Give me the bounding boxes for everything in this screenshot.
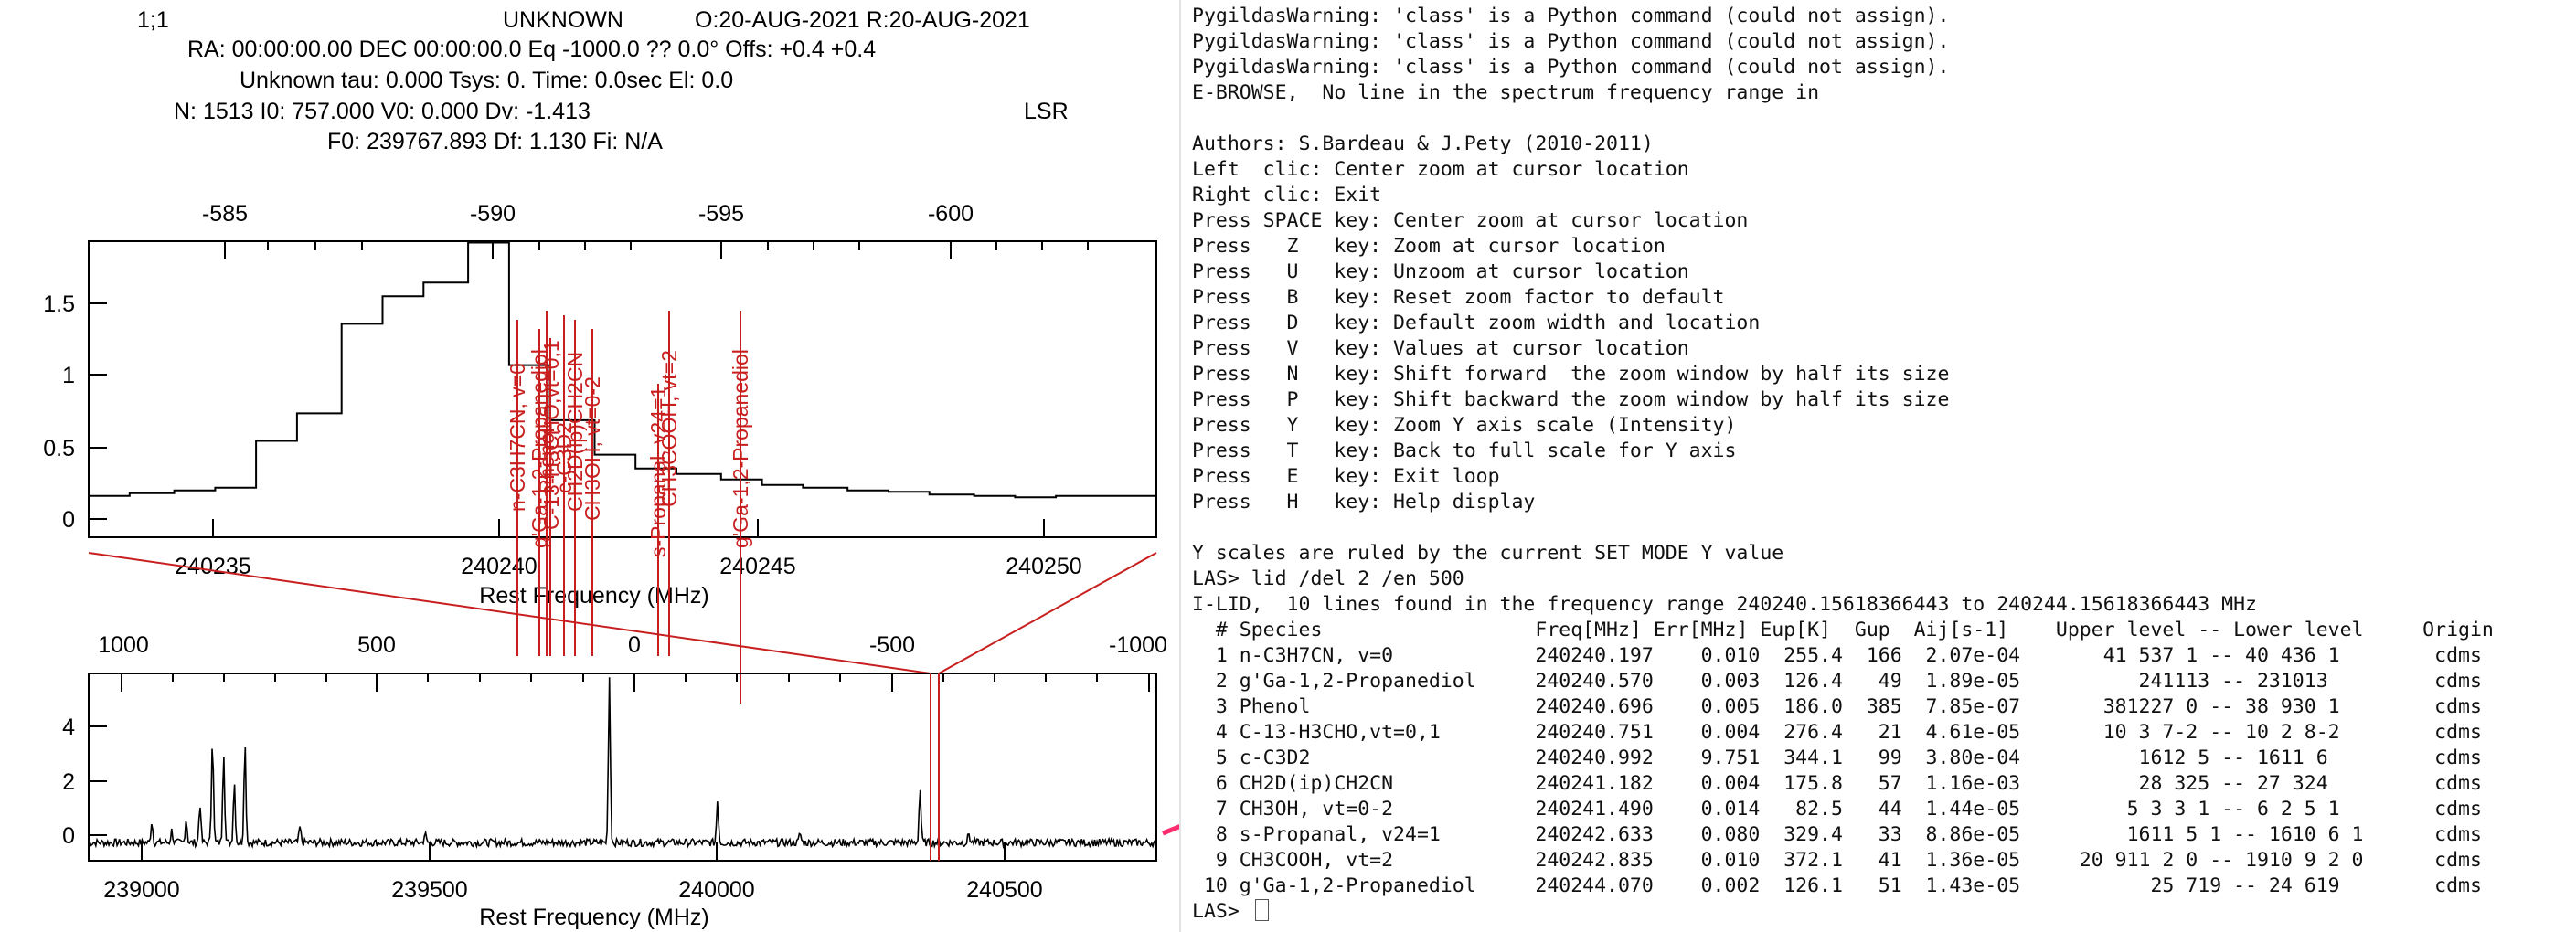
- terminal-line: Press T key: Back to full scale for Y ax…: [1192, 440, 1737, 462]
- zoom-top-ticks: [224, 241, 1089, 259]
- terminal-line: 1 n-C3H7CN, v=0 240240.197 0.010 255.4 1…: [1192, 644, 2482, 667]
- full-x-axis-title: Rest Frequency (MHz): [479, 905, 708, 930]
- zoom-y-tick-label: 1: [62, 363, 75, 388]
- full-plot-frame: [88, 673, 1157, 862]
- full-spectrum-trace: [88, 677, 1157, 850]
- terminal-line: Press SPACE key: Center zoom at cursor l…: [1192, 209, 1749, 232]
- zoom-top-tick-label: -585: [202, 201, 248, 227]
- full-x-tick-label: 239500: [391, 877, 467, 903]
- zoom-y-tick-label: 1.5: [43, 291, 75, 317]
- zoom-window-markers: [930, 673, 940, 861]
- full-y-axis-labels: 4 2 0: [62, 715, 75, 849]
- terminal-line: 8 s-Propanal, v24=1 240242.633 0.080 329…: [1192, 823, 2482, 846]
- full-x-tick-label: 240000: [678, 877, 754, 903]
- line-labels: n-C3H7CN, v=0 g'Ga-1,2-Propanediol Pheno…: [506, 340, 752, 557]
- line-label: n-C3H7CN, v=0: [506, 363, 529, 512]
- terminal-line: 3 Phenol 240240.696 0.005 186.0 385 7.85…: [1192, 695, 2482, 718]
- header-source: UNKNOWN: [503, 7, 623, 33]
- zoom-spectrum-trace: [89, 241, 1156, 499]
- header-tau-tsys: Unknown tau: 0.000 Tsys: 0. Time: 0.0sec…: [240, 68, 733, 93]
- terminal-line: Press P key: Shift backward the zoom win…: [1192, 388, 1950, 411]
- header-channels: N: 1513 I0: 757.000 V0: 0.000 Dv: -1.413: [174, 99, 591, 124]
- full-x-tick-label: 240500: [966, 877, 1042, 903]
- terminal-line: # Species Freq[MHz] Err[MHz] Eup[K] Gup …: [1192, 619, 2494, 641]
- terminal-line: 4 C-13-H3CHO,vt=0,1 240240.751 0.004 276…: [1192, 721, 2482, 744]
- zoom-top-tick-label: -600: [928, 201, 974, 227]
- terminal-line: E-BROWSE, No line in the spectrum freque…: [1192, 81, 1820, 104]
- header-scan-id: 1;1: [137, 7, 169, 33]
- full-y-tick-label: 0: [62, 823, 75, 849]
- line-label: g'Ga-1,2-Propanediol: [729, 349, 752, 548]
- terminal-line: Press H key: Help display: [1192, 491, 1536, 514]
- spectrum-plot-canvas[interactable]: 1;1 UNKNOWN O:20-AUG-2021 R:20-AUG-2021 …: [0, 0, 1179, 932]
- terminal-prompt-line[interactable]: LAS>: [1192, 899, 1269, 925]
- full-top-tick-label: -500: [869, 632, 915, 658]
- full-y-tick-label: 2: [62, 769, 75, 795]
- full-x-tick-label: 239000: [103, 877, 179, 903]
- terminal-line: 2 g'Ga-1,2-Propanediol 240240.570 0.003 …: [1192, 670, 2482, 693]
- terminal-line: Press V key: Values at cursor location: [1192, 337, 1689, 360]
- zoom-y-tick-label: 0: [62, 507, 75, 533]
- terminal-line: Press E key: Exit loop: [1192, 465, 1500, 488]
- zoom-x-tick-label: 240245: [719, 554, 795, 579]
- terminal-window[interactable]: PygildasWarning: 'class' is a Python com…: [1181, 0, 2576, 932]
- terminal-line: PygildasWarning: 'class' is a Python com…: [1192, 30, 1950, 53]
- full-top-ticks: [121, 673, 1150, 692]
- terminal-line: Press N key: Shift forward the zoom wind…: [1192, 363, 1950, 386]
- zoom-y-axis-labels: 1.5 1 0.5 0: [43, 291, 75, 533]
- full-top-tick-label: 500: [357, 632, 396, 658]
- zoom-top-tick-label: -590: [470, 201, 516, 227]
- full-y-ticks: [89, 725, 107, 836]
- terminal-prompt: LAS>: [1192, 900, 1251, 923]
- terminal-line: 7 CH3OH, vt=0-2 240241.490 0.014 82.5 44…: [1192, 798, 2482, 821]
- terminal-line: Left clic: Center zoom at cursor locatio…: [1192, 158, 1689, 181]
- zoom-x-tick-label: 240250: [1006, 554, 1081, 579]
- terminal-line: Press Z key: Zoom at cursor location: [1192, 235, 1666, 258]
- zoom-x-tick-label: 240240: [461, 554, 537, 579]
- zoom-top-tick-label: -595: [698, 201, 744, 227]
- terminal-line: Press D key: Default zoom width and loca…: [1192, 312, 1761, 334]
- zoom-plot-frame: [88, 240, 1157, 538]
- terminal-line: PygildasWarning: 'class' is a Python com…: [1192, 5, 1950, 27]
- header-coordinates: RA: 00:00:00.00 DEC 00:00:00.0 Eq -1000.…: [187, 37, 876, 62]
- observation-header: 1;1 UNKNOWN O:20-AUG-2021 R:20-AUG-2021 …: [137, 7, 1069, 154]
- zoom-top-axis-labels: -585 -590 -595 -600: [202, 201, 974, 227]
- terminal-line: Right clic: Exit: [1192, 184, 1382, 207]
- terminal-line: Press Y key: Zoom Y axis scale (Intensit…: [1192, 414, 1737, 437]
- terminal-cursor[interactable]: [1254, 899, 1269, 921]
- full-x-axis-labels: 239000 239500 240000 240500: [103, 877, 1042, 903]
- terminal-line: Y scales are ruled by the current SET MO…: [1192, 542, 1784, 565]
- header-dates: O:20-AUG-2021 R:20-AUG-2021: [695, 7, 1030, 33]
- header-velocity-frame: LSR: [1024, 99, 1069, 124]
- arrow-annotation: [1162, 824, 1179, 836]
- zoom-x-axis-title: Rest Frequency (MHz): [479, 583, 708, 609]
- zoom-x-axis-labels: 240235 240240 240245 240250: [175, 554, 1081, 579]
- terminal-line: LAS> lid /del 2 /en 500: [1192, 567, 1464, 590]
- full-top-tick-label: 0: [628, 632, 641, 658]
- header-rest-frequency: F0: 239767.893 Df: 1.130 Fi: N/A: [327, 129, 663, 154]
- terminal-line: 9 CH3COOH, vt=2 240242.835 0.010 372.1 4…: [1192, 849, 2482, 872]
- terminal-line: Press B key: Reset zoom factor to defaul…: [1192, 286, 1725, 309]
- zoom-y-tick-label: 0.5: [43, 436, 75, 461]
- terminal-line: PygildasWarning: 'class' is a Python com…: [1192, 56, 1950, 79]
- terminal-line: 6 CH2D(ip)CH2CN 240241.182 0.004 175.8 5…: [1192, 772, 2482, 795]
- full-plot[interactable]: 1000 500 0 -500 -1000 4 2 0 239000 23950…: [62, 632, 1167, 930]
- spectrum-plot-window[interactable]: 1;1 UNKNOWN O:20-AUG-2021 R:20-AUG-2021 …: [0, 0, 1181, 932]
- terminal-line: Press U key: Unzoom at cursor location: [1192, 260, 1689, 283]
- terminal-line: 5 c-C3D2 240240.992 9.751 344.1 99 3.80e…: [1192, 747, 2482, 769]
- full-y-tick-label: 4: [62, 715, 75, 740]
- line-label: CH3COOH, vt=2: [657, 350, 681, 507]
- terminal-line: I-LID, 10 lines found in the frequency r…: [1192, 593, 2257, 616]
- terminal-line: Authors: S.Bardeau & J.Pety (2010-2011): [1192, 132, 1654, 155]
- full-top-tick-label: -1000: [1109, 632, 1167, 658]
- full-top-tick-label: 1000: [98, 632, 149, 658]
- line-label: CH3OH, vt=0-2: [580, 376, 604, 521]
- terminal-line: 10 g'Ga-1,2-Propanediol 240244.070 0.002…: [1192, 874, 2482, 897]
- zoom-x-ticks: [212, 519, 1045, 537]
- zoom-y-ticks: [89, 302, 107, 520]
